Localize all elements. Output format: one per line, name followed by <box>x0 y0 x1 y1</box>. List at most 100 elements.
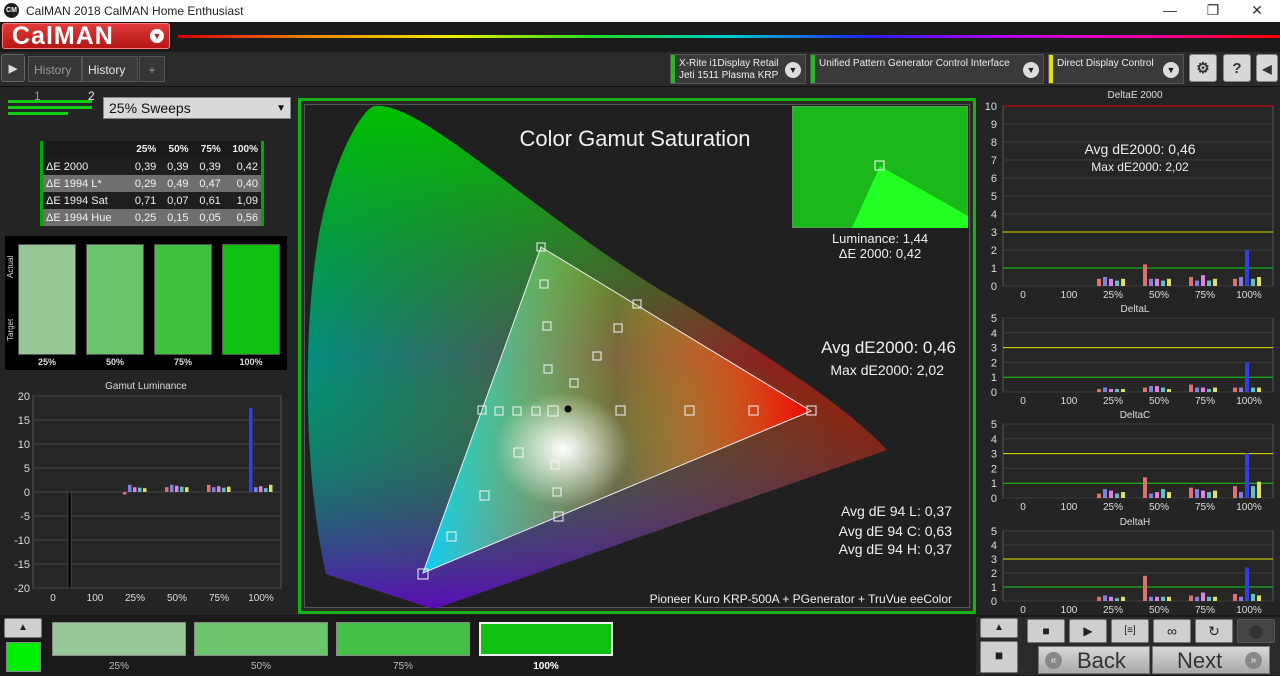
chart-bar <box>264 488 268 492</box>
x-tick-label: 100% <box>248 593 274 604</box>
refresh-icon[interactable]: ↻ <box>1195 619 1233 643</box>
table-cell: 0,39 <box>127 158 160 175</box>
y-tick-label: -5 <box>20 511 30 523</box>
y-tick-label: 0 <box>24 487 30 499</box>
sweep-select[interactable]: 25% Sweeps ▼ <box>103 97 291 119</box>
bottom-swatch-label: 25% <box>108 661 129 672</box>
chart-bar <box>1245 453 1249 498</box>
chevron-down-icon: ▼ <box>276 103 286 114</box>
gear-icon[interactable]: ⚙ <box>1189 54 1217 82</box>
y-tick-label: 3 <box>991 343 997 355</box>
x-tick-label: 100 <box>1061 502 1078 512</box>
tab-history-1[interactable]: History 1 <box>28 56 82 103</box>
display-control-button[interactable]: Direct Display Control ▼ <box>1048 54 1184 84</box>
table-cell: 0,07 <box>159 192 192 209</box>
avg-de94-c: Avg dE 94 C: 0,63 <box>838 523 952 539</box>
chart-plot-area <box>1002 530 1274 602</box>
record-icon[interactable] <box>1237 619 1275 643</box>
back-button[interactable]: « Back <box>1038 646 1150 674</box>
chart-bar <box>1143 264 1147 286</box>
play-icon[interactable]: ▶ <box>1069 619 1107 643</box>
x-tick-label: 50% <box>1149 396 1169 406</box>
meter-device-name: X-Rite i1Display Retail <box>679 58 779 69</box>
tab-history-2[interactable]: History 2 <box>82 56 138 103</box>
meter-device-button[interactable]: X-Rite i1Display Retail Jeti 1511 Plasma… <box>670 54 806 84</box>
table-cell: 0,29 <box>127 175 160 192</box>
table-row: ΔE 2000 0,39 0,39 0,39 0,42 <box>43 158 261 175</box>
chart-bar <box>1149 596 1153 601</box>
chart-bar <box>1121 492 1125 498</box>
x-tick-label: 25% <box>1103 502 1123 512</box>
x-tick-label: 25% <box>125 593 145 604</box>
chart-bar <box>1195 280 1199 286</box>
chart-bar <box>1103 595 1107 601</box>
back-label: Back <box>1077 648 1126 673</box>
chevron-down-icon: ▼ <box>150 29 164 43</box>
current-color-indicator <box>6 642 41 672</box>
table-cell: 0,56 <box>223 209 261 226</box>
bottom-swatch-100[interactable] <box>479 622 613 656</box>
next-button[interactable]: Next » <box>1152 646 1270 674</box>
swatch-label: 25% <box>37 357 56 367</box>
up-arrow-icon[interactable]: ▲ <box>4 618 42 638</box>
row-label: ΔE 1994 Sat <box>43 192 128 209</box>
y-tick-label: 3 <box>991 554 997 566</box>
chart-bar <box>1109 490 1113 498</box>
y-tick-label: 0 <box>991 387 997 399</box>
target-label: Target <box>6 318 15 341</box>
swatch-50 <box>86 244 144 355</box>
bottom-swatch-25[interactable] <box>52 622 186 656</box>
calman-menu-button[interactable]: CalMAN ▼ <box>2 22 170 50</box>
chart-bar <box>1257 481 1261 498</box>
chart-bar <box>1161 489 1165 498</box>
stop-all-icon[interactable]: ⏹ <box>980 641 1018 673</box>
chart-bar <box>207 484 211 492</box>
chart-bar <box>1103 387 1107 392</box>
chart-bar <box>1167 278 1171 286</box>
expand-up-icon[interactable]: ▲ <box>980 618 1018 638</box>
x-tick-label: 75% <box>1195 502 1215 512</box>
max-de2000: Max dE2000: 2,02 <box>830 362 944 378</box>
minimize-button[interactable]: — <box>1155 2 1185 18</box>
chart-bar <box>1109 596 1113 601</box>
chart-bar <box>1245 567 1249 601</box>
chart-bar <box>1161 387 1165 392</box>
y-tick-label: 0 <box>991 281 997 293</box>
chart-bar <box>1207 280 1211 286</box>
chart-plot-area <box>1002 317 1274 393</box>
y-tick-label: 5 <box>991 313 997 325</box>
bottom-swatch-75[interactable] <box>336 622 470 656</box>
play-icon[interactable]: ▶ <box>1 54 25 82</box>
x-tick-label: 100% <box>1236 396 1262 406</box>
panel-status-indicator <box>8 100 92 115</box>
y-tick-label: 4 <box>991 209 997 221</box>
brand-bar: CalMAN ▼ <box>0 22 1280 52</box>
add-tab-button[interactable]: + <box>139 56 165 82</box>
table-cell: 0,61 <box>191 192 224 209</box>
close-button[interactable]: ✕ <box>1242 2 1272 19</box>
chart-bar <box>1149 493 1153 498</box>
table-cell: 0,39 <box>159 158 192 175</box>
chart-bar <box>1109 389 1113 392</box>
maximize-button[interactable]: ❐ <box>1198 2 1228 19</box>
window-title-bar: CM CalMAN 2018 CalMAN Home Enthusiast — … <box>0 0 1280 22</box>
current-de2000-readout: ΔE 2000: 0,42 <box>838 246 922 261</box>
collapse-icon[interactable]: ◀ <box>1256 54 1278 82</box>
luminance-readout: Luminance: 1,44 <box>831 231 929 246</box>
table-cell: 0,39 <box>191 158 224 175</box>
x-tick-label: 100 <box>1061 605 1078 615</box>
bottom-swatch-50[interactable] <box>194 622 328 656</box>
chart-bar <box>1251 486 1255 498</box>
stop-icon[interactable]: ■ <box>1027 619 1065 643</box>
table-cell: 0,49 <box>159 175 192 192</box>
pattern-generator-button[interactable]: Unified Pattern Generator Control Interf… <box>810 54 1044 84</box>
chart-bar <box>1115 598 1119 601</box>
bottom-bar: ▲ 25% 50% 75% 100% ▲ ⏹ ■ ▶ [≡] ∞ ↻ « Bac… <box>0 615 1280 676</box>
delta-h-chart: 5432100 100 25% 50% 75% 100% <box>991 526 1274 615</box>
read-series-icon[interactable]: [≡] <box>1111 619 1149 643</box>
chart-bar <box>123 492 127 495</box>
help-icon[interactable]: ? <box>1223 54 1251 82</box>
continuous-icon[interactable]: ∞ <box>1153 619 1191 643</box>
right-max-de2000: Max dE2000: 2,02 <box>1091 160 1189 174</box>
chart-bar <box>138 487 142 492</box>
